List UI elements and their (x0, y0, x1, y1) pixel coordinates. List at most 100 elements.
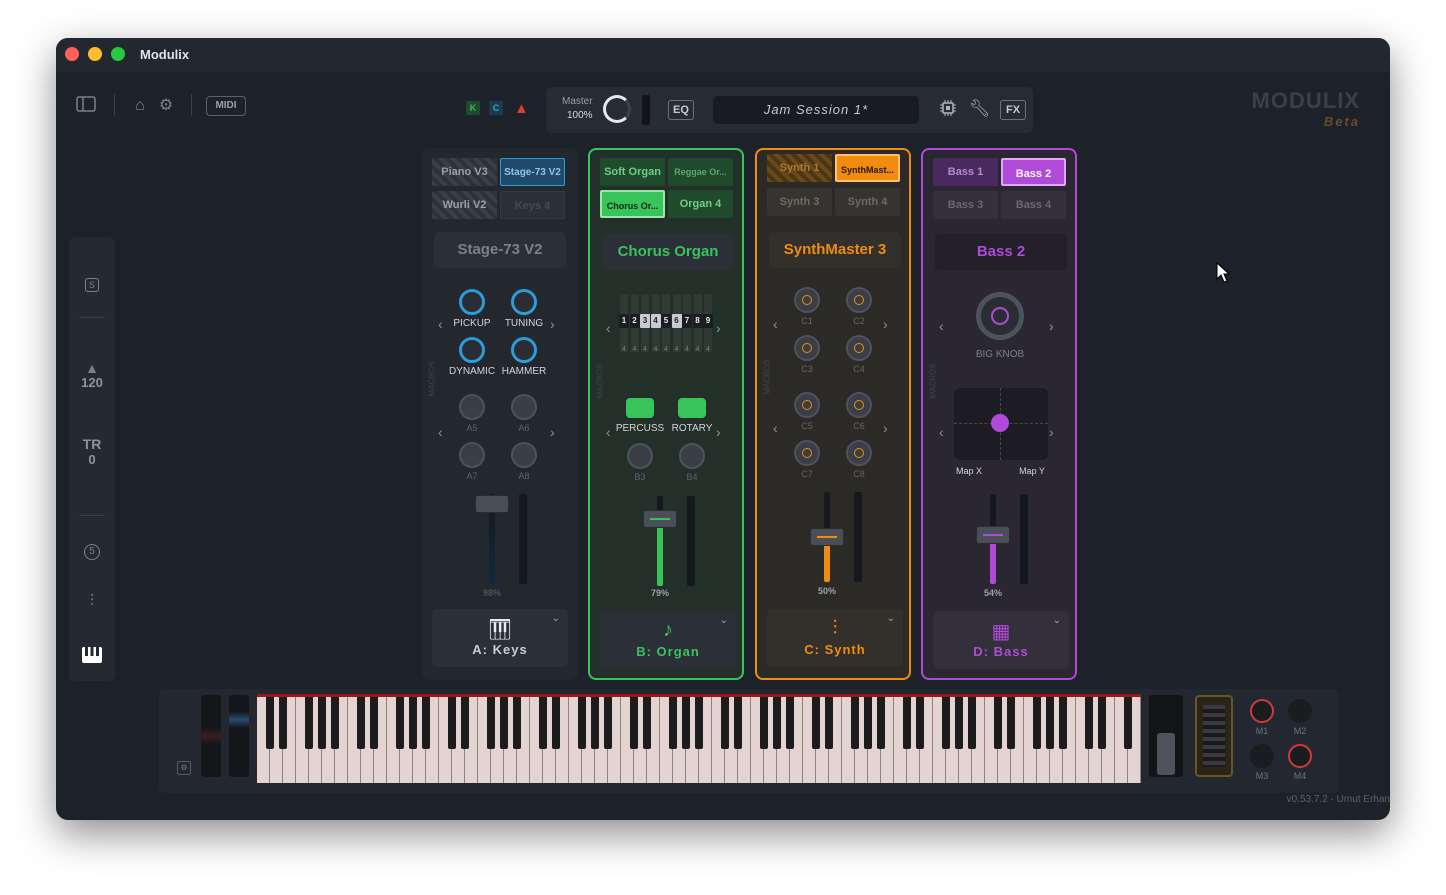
preset-tile[interactable]: Synth 4 (835, 188, 900, 216)
preset-tile-active[interactable]: Chorus Or... (600, 190, 665, 218)
black-key[interactable] (643, 697, 651, 749)
master-volume-knob[interactable] (603, 95, 631, 123)
black-key[interactable] (994, 697, 1002, 749)
macro-knob-a5[interactable] (459, 394, 485, 420)
preset-tile[interactable]: Bass 3 (933, 191, 998, 219)
next-page-arrow[interactable]: › (550, 424, 555, 440)
macro-knob-m2[interactable] (1288, 699, 1312, 723)
volume-fader-handle[interactable] (810, 528, 844, 546)
big-knob[interactable] (976, 292, 1024, 340)
black-key[interactable] (968, 697, 976, 749)
macro-knob-c6[interactable] (846, 392, 872, 418)
black-key[interactable] (760, 697, 768, 749)
macro-knob-c4[interactable] (846, 335, 872, 361)
piano-keyboard[interactable] (257, 694, 1141, 783)
preset-tile[interactable]: Synth 1 (767, 154, 832, 182)
black-key[interactable] (1085, 697, 1093, 749)
macro-knob-m4[interactable] (1288, 744, 1312, 768)
black-key[interactable] (721, 697, 729, 749)
next-page-arrow[interactable]: › (883, 316, 888, 332)
percussion-toggle[interactable] (626, 398, 654, 418)
minimize-window-button[interactable] (88, 47, 102, 61)
cpu-icon[interactable] (938, 100, 958, 122)
fx-button[interactable]: FX (1000, 100, 1026, 120)
black-key[interactable] (903, 697, 911, 749)
black-key[interactable] (578, 697, 586, 749)
black-key[interactable] (591, 697, 599, 749)
pickup-knob[interactable] (459, 289, 485, 315)
next-page-arrow[interactable]: › (716, 320, 721, 336)
macro-knob-m1[interactable] (1250, 699, 1274, 723)
midi-button[interactable]: MIDI (206, 96, 246, 116)
black-key[interactable] (812, 697, 820, 749)
prev-page-arrow[interactable]: ‹ (939, 424, 944, 440)
black-key[interactable] (552, 697, 560, 749)
preset-tile[interactable]: Organ 4 (668, 190, 733, 218)
macro-knob-m3[interactable] (1250, 744, 1274, 768)
mod-wheel[interactable] (229, 695, 249, 777)
black-key[interactable] (604, 697, 612, 749)
warning-icon[interactable]: ▲ (514, 100, 529, 117)
macro-knob-a7[interactable] (459, 442, 485, 468)
black-key[interactable] (487, 697, 495, 749)
xy-pad-cursor[interactable] (991, 414, 1009, 432)
macro-knob-a8[interactable] (511, 442, 537, 468)
drawbars[interactable]: 142434445464748494 (619, 294, 716, 366)
black-key[interactable] (864, 697, 872, 749)
preset-tile[interactable]: Synth 3 (767, 188, 832, 216)
preset-tile[interactable]: Soft Organ (600, 158, 665, 186)
black-key[interactable] (773, 697, 781, 749)
channel-footer-b[interactable]: ⌄ ♪ B: Organ (600, 611, 736, 669)
black-key[interactable] (695, 697, 703, 749)
black-key[interactable] (422, 697, 430, 749)
black-key[interactable] (448, 697, 456, 749)
sidebar-item-tempo[interactable]: ▲ 120 (69, 361, 115, 390)
preset-tile[interactable]: Piano V3 (432, 158, 497, 186)
prev-page-arrow[interactable]: ‹ (773, 316, 778, 332)
sidebar-item-transpose[interactable]: TR 0 (69, 436, 115, 467)
volume-fader-handle[interactable] (976, 526, 1010, 544)
octave-selector[interactable] (1195, 695, 1233, 777)
black-key[interactable] (1124, 697, 1132, 749)
wrench-icon[interactable]: 🔧︎ (969, 99, 991, 119)
channel-footer-a[interactable]: ⌄ 🎹︎ A: Keys (432, 609, 568, 667)
zoom-window-button[interactable] (111, 47, 125, 61)
black-key[interactable] (786, 697, 794, 749)
black-key[interactable] (877, 697, 885, 749)
black-key[interactable] (955, 697, 963, 749)
volume-fader-handle[interactable] (475, 495, 509, 513)
macro-knob-b4[interactable] (679, 443, 705, 469)
black-key[interactable] (1059, 697, 1067, 749)
preset-tile[interactable]: Reggae Or... (668, 158, 733, 186)
sidebar-toggle-icon[interactable] (76, 96, 96, 116)
next-page-arrow[interactable]: › (1049, 424, 1054, 440)
black-key[interactable] (396, 697, 404, 749)
next-page-arrow[interactable]: › (1049, 318, 1054, 334)
black-key[interactable] (851, 697, 859, 749)
black-key[interactable] (1098, 697, 1106, 749)
preset-tile[interactable]: Wurli V2 (432, 191, 497, 219)
black-key[interactable] (942, 697, 950, 749)
mixer-icon[interactable]: ⫶ (69, 593, 115, 611)
black-key[interactable] (461, 697, 469, 749)
sidebar-item-five[interactable]: 5 (69, 541, 115, 560)
prev-page-arrow[interactable]: ‹ (939, 318, 944, 334)
rotary-toggle[interactable] (678, 398, 706, 418)
black-key[interactable] (825, 697, 833, 749)
preset-tile-active[interactable]: Bass 2 (1001, 158, 1066, 186)
macro-knob-c2[interactable] (846, 287, 872, 313)
pitch-wheel[interactable] (201, 695, 221, 777)
home-icon[interactable]: ⌂ (130, 96, 150, 116)
eq-button[interactable]: EQ (668, 100, 694, 120)
black-key[interactable] (682, 697, 690, 749)
black-key[interactable] (409, 697, 417, 749)
black-key[interactable] (513, 697, 521, 749)
macro-knob-c7[interactable] (794, 440, 820, 466)
sidebar-item-s[interactable]: S (69, 275, 115, 293)
prev-page-arrow[interactable]: ‹ (606, 320, 611, 336)
macro-knob-c3[interactable] (794, 335, 820, 361)
black-key[interactable] (318, 697, 326, 749)
black-key[interactable] (539, 697, 547, 749)
volume-fader-handle[interactable] (643, 510, 677, 528)
black-key[interactable] (734, 697, 742, 749)
